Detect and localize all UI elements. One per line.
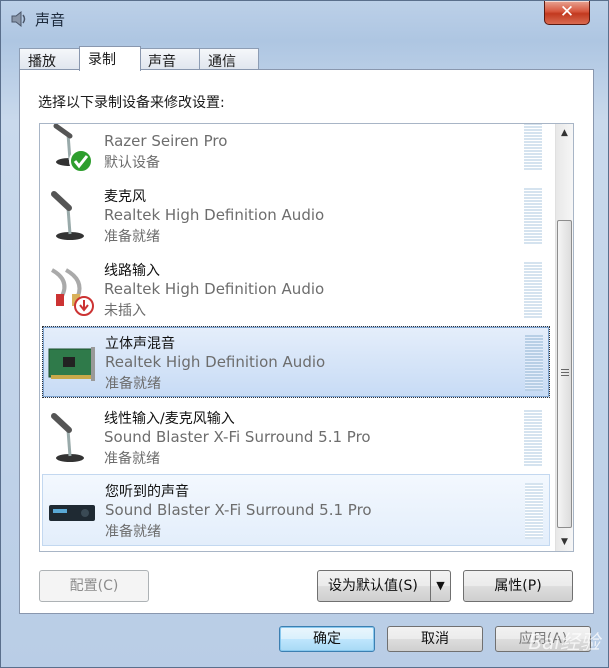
device-driver: Sound Blaster X-Fi Surround 5.1 Pro	[104, 428, 371, 446]
level-meter	[524, 262, 542, 318]
microphone-icon	[51, 413, 84, 462]
list-scrollbar[interactable]: ▲ ▼	[555, 124, 573, 551]
close-button[interactable]: ✕	[544, 1, 590, 25]
list-item[interactable]: 线性输入/麦克风输入 Sound Blaster X-Fi Surround 5…	[42, 402, 550, 474]
device-status: 准备就绪	[104, 229, 160, 245]
unplugged-arrow-icon	[74, 296, 94, 316]
title-bar[interactable]: 声音 ✕	[1, 1, 608, 35]
watermark: Bai经验	[528, 630, 600, 654]
ok-button[interactable]: 确定	[279, 626, 375, 652]
device-driver: Realtek High Definition Audio	[105, 353, 326, 371]
scroll-down-button[interactable]: ▼	[556, 533, 573, 551]
speaker-icon	[11, 10, 26, 28]
list-item[interactable]: 您听到的声音 Sound Blaster X-Fi Surround 5.1 P…	[42, 474, 550, 546]
device-name: 线路输入	[104, 263, 160, 279]
list-item[interactable]: 线路输入 Realtek High Definition Audio 未插入	[42, 254, 550, 326]
device-status: 准备就绪	[105, 524, 161, 540]
recording-panel: 选择以下录制设备来修改设置: Razer Seiren Pro 默认设备 麦克风…	[19, 69, 594, 614]
configure-button[interactable]: 配置(C)	[39, 570, 149, 602]
device-driver: Razer Seiren Pro	[104, 132, 228, 150]
microphone-icon	[51, 191, 84, 240]
properties-button[interactable]: 属性(P)	[463, 570, 573, 602]
level-meter	[524, 410, 542, 466]
tab-playback[interactable]: 播放	[19, 48, 81, 70]
sound-card-icon	[48, 347, 95, 381]
device-driver: Realtek High Definition Audio	[104, 206, 325, 224]
list-item[interactable]: 立体声混音 Realtek High Definition Audio 准备就绪	[42, 326, 550, 398]
level-meter	[524, 188, 542, 244]
scroll-up-button[interactable]: ▲	[556, 124, 573, 142]
set-default-button[interactable]: 设为默认值(S) ▼	[317, 570, 451, 602]
device-driver: Sound Blaster X-Fi Surround 5.1 Pro	[105, 501, 372, 519]
cancel-button[interactable]: 取消	[387, 626, 483, 652]
sound-dialog: 声音 ✕ 播放 录制 声音 通信 选择以下录制设备来修改设置: Razer Se…	[0, 0, 609, 668]
level-meter	[524, 124, 542, 170]
instruction-text: 选择以下录制设备来修改设置:	[38, 95, 225, 111]
scroll-thumb[interactable]	[557, 220, 572, 528]
device-name: 您听到的声音	[105, 484, 189, 500]
device-status: 准备就绪	[104, 451, 160, 467]
sound-blaster-device-icon	[49, 505, 95, 521]
grip-icon	[561, 369, 569, 377]
device-status: 默认设备	[104, 155, 160, 171]
device-name: 线性输入/麦克风输入	[104, 411, 235, 427]
device-driver: Realtek High Definition Audio	[104, 280, 325, 298]
list-item[interactable]: 麦克风 Realtek High Definition Audio 准备就绪	[42, 180, 550, 252]
device-name: 麦克风	[104, 189, 146, 205]
list-item[interactable]: Razer Seiren Pro 默认设备	[42, 124, 550, 178]
check-icon	[69, 149, 93, 173]
level-meter	[525, 483, 543, 539]
device-status: 准备就绪	[105, 376, 161, 392]
tab-sounds[interactable]: 声音	[139, 48, 201, 70]
device-name: 立体声混音	[105, 336, 175, 352]
device-list[interactable]: Razer Seiren Pro 默认设备 麦克风 Realtek High D…	[39, 123, 574, 552]
tab-communications[interactable]: 通信	[199, 48, 259, 70]
window-title: 声音	[35, 11, 66, 29]
set-default-label: 设为默认值(S)	[328, 578, 418, 594]
tab-recording[interactable]: 录制	[79, 46, 141, 71]
device-status: 未插入	[104, 303, 146, 319]
chevron-down-icon[interactable]: ▼	[430, 571, 450, 601]
level-meter	[525, 335, 543, 391]
